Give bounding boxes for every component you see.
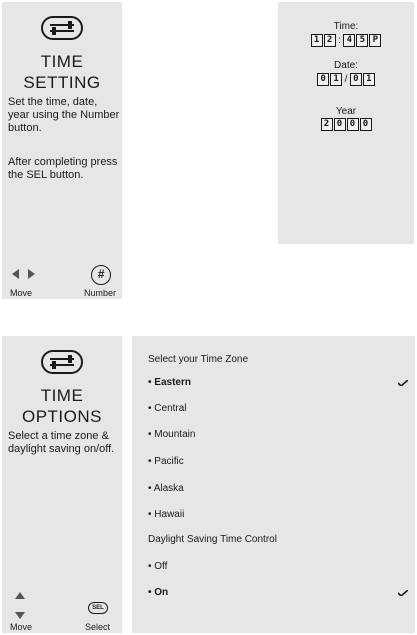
checkmark-icon: [398, 380, 408, 386]
page-title-line1: TIME: [40, 52, 84, 71]
dst-heading: Daylight Saving Time Control: [148, 534, 277, 545]
instructions-text: Select a time zone & daylight saving on/…: [8, 430, 115, 455]
date-digit: 1: [330, 73, 343, 86]
left-arrow-icon[interactable]: [12, 269, 19, 279]
year-label: Year: [335, 106, 357, 117]
time-options-panel: TIME OPTIONS Select a time zone & daylig…: [2, 336, 122, 633]
right-arrow-icon[interactable]: [28, 269, 35, 279]
clock-display-panel: Time: 12:45P Date: 0 1/0 1 Year 2000: [278, 2, 414, 244]
dst-option-on[interactable]: • On: [148, 587, 168, 598]
time-zone-option-pacific[interactable]: • Pacific: [148, 456, 184, 467]
time-digit: 5: [356, 34, 369, 47]
page-title-line2: SETTING: [23, 73, 101, 92]
instructions-text: Set the time, date, year using the Numbe…: [8, 96, 120, 134]
year-digit: 2: [320, 118, 333, 131]
time-label: Time:: [333, 21, 359, 32]
am-pm-indicator: P: [369, 34, 382, 47]
time-digits: 12:45P: [278, 34, 414, 47]
move-label: Move: [10, 288, 33, 298]
date-separator: /: [344, 74, 348, 85]
time-digit: 1: [310, 34, 323, 47]
checkmark-icon: [398, 590, 408, 596]
number-label: Number: [84, 288, 117, 298]
date-digit: 0: [349, 73, 362, 86]
wrench-screwdriver-icon: [41, 350, 83, 374]
year-digit: 0: [346, 118, 359, 131]
date-label: Date:: [334, 60, 358, 71]
select-button[interactable]: SEL: [88, 602, 108, 614]
date-digit: 0: [317, 73, 330, 86]
time-zone-option-eastern[interactable]: • Eastern: [148, 377, 191, 388]
select-label: Select: [85, 622, 111, 632]
instructions-text-2: After completing press the SEL button.: [8, 156, 118, 181]
time-zone-option-hawaii[interactable]: • Hawaii: [148, 509, 184, 520]
time-zone-option-mountain[interactable]: • Mountain: [148, 429, 195, 440]
wrench-screwdriver-icon: [41, 16, 83, 40]
time-zone-heading: Select your Time Zone: [148, 354, 249, 365]
time-digit: 4: [343, 34, 356, 47]
number-button[interactable]: #: [91, 265, 111, 285]
time-zone-option-central[interactable]: • Central: [148, 403, 187, 414]
date-digit: 1: [362, 73, 375, 86]
time-setting-panel: TIME SETTING Set the time, date, year us…: [2, 2, 122, 299]
move-label: Move: [10, 622, 33, 632]
date-digits: 0 1/0 1: [278, 73, 414, 86]
time-separator: :: [338, 35, 341, 46]
year-digit: 0: [359, 118, 372, 131]
down-arrow-icon[interactable]: [15, 612, 25, 619]
page-title-line1: TIME: [40, 386, 84, 405]
time-zone-menu-panel: Select your Time Zone • Eastern • Centra…: [132, 336, 415, 633]
time-zone-option-alaska[interactable]: • Alaska: [148, 483, 184, 494]
time-digit: 2: [323, 34, 336, 47]
dst-option-off[interactable]: • Off: [148, 561, 167, 572]
up-arrow-icon[interactable]: [15, 592, 25, 599]
year-digits: 2000: [278, 118, 414, 131]
page-title-line2: OPTIONS: [21, 407, 102, 426]
year-digit: 0: [333, 118, 346, 131]
